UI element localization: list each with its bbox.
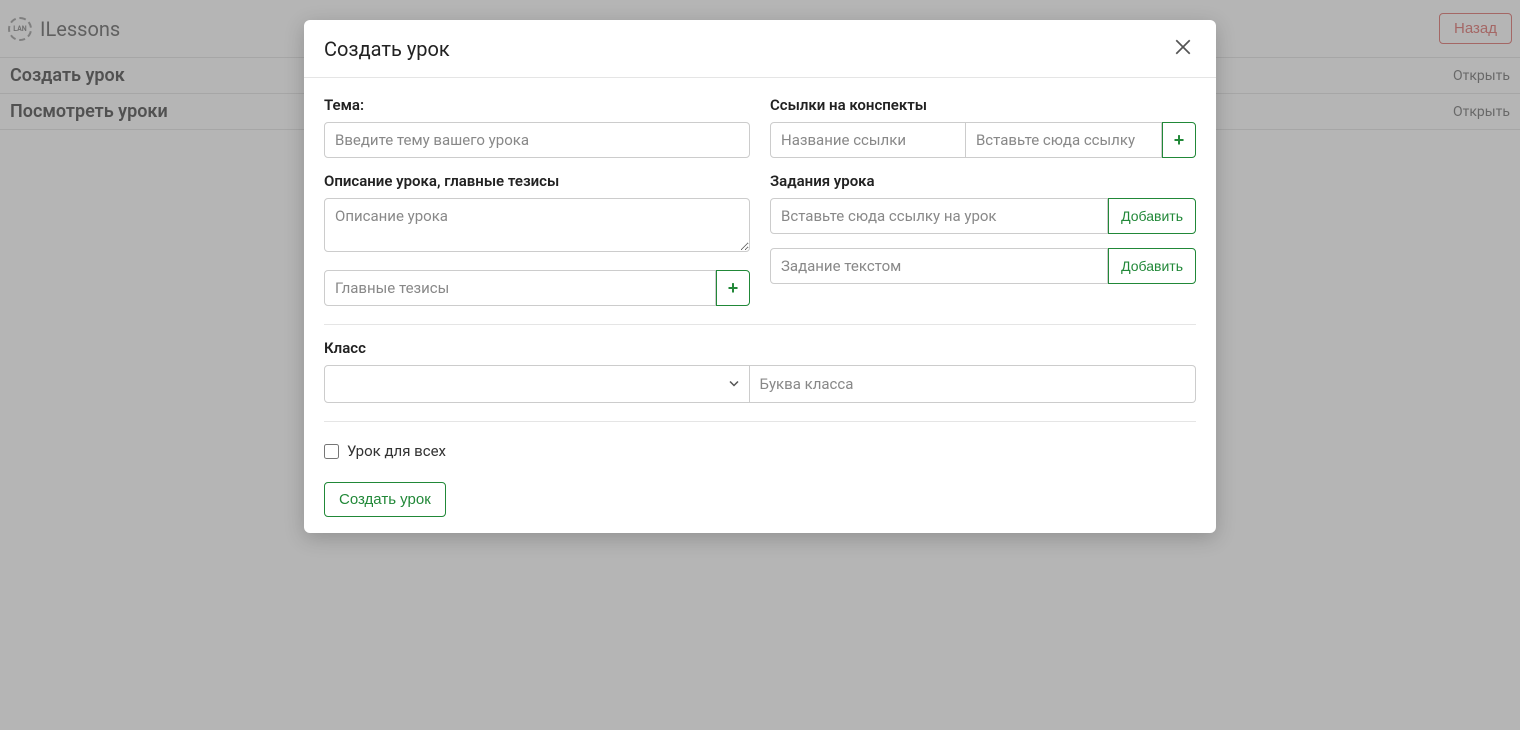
- tasks-label: Задания урока: [770, 172, 1196, 190]
- right-column: Ссылки на конспекты + Задания урока Доба…: [770, 82, 1196, 306]
- add-task-text-button[interactable]: Добавить: [1108, 248, 1196, 284]
- modal-body: Тема: Описание урока, главные тезисы + С…: [304, 78, 1216, 533]
- thesis-row: +: [324, 270, 750, 306]
- topic-input[interactable]: [324, 122, 750, 158]
- modal-header: Создать урок: [304, 20, 1216, 78]
- class-label: Класс: [324, 339, 1196, 357]
- add-task-link-button[interactable]: Добавить: [1108, 198, 1196, 234]
- separator: [324, 324, 1196, 325]
- left-column: Тема: Описание урока, главные тезисы +: [324, 82, 750, 306]
- plus-icon: +: [1174, 130, 1185, 151]
- add-link-button[interactable]: +: [1162, 122, 1196, 158]
- description-textarea[interactable]: [324, 198, 750, 252]
- task-text-input[interactable]: [770, 248, 1108, 284]
- description-label: Описание урока, главные тезисы: [324, 172, 750, 190]
- task-link-input[interactable]: [770, 198, 1108, 234]
- create-lesson-button[interactable]: Создать урок: [324, 482, 446, 517]
- close-icon: [1174, 38, 1192, 56]
- plus-icon: +: [728, 278, 739, 299]
- topic-label: Тема:: [324, 96, 750, 114]
- class-row: [324, 365, 1196, 403]
- modal-title: Создать урок: [324, 37, 450, 61]
- task-text-row: Добавить: [770, 248, 1196, 284]
- link-url-input[interactable]: [966, 122, 1162, 158]
- task-link-row: Добавить: [770, 198, 1196, 234]
- for-all-checkbox[interactable]: [324, 444, 339, 459]
- modal-create-lesson: Создать урок Тема: Описание урока, главн…: [304, 20, 1216, 533]
- separator: [324, 421, 1196, 422]
- modal-overlay: Создать урок Тема: Описание урока, главн…: [0, 0, 1520, 730]
- for-all-label[interactable]: Урок для всех: [347, 442, 446, 460]
- link-name-input[interactable]: [770, 122, 966, 158]
- close-button[interactable]: [1170, 34, 1196, 63]
- class-select[interactable]: [324, 365, 750, 403]
- notes-link-row: +: [770, 122, 1196, 158]
- add-thesis-button[interactable]: +: [716, 270, 750, 306]
- notes-links-label: Ссылки на конспекты: [770, 96, 1196, 114]
- for-all-row: Урок для всех: [324, 442, 1196, 460]
- class-letter-input[interactable]: [750, 365, 1197, 403]
- thesis-input[interactable]: [324, 270, 716, 306]
